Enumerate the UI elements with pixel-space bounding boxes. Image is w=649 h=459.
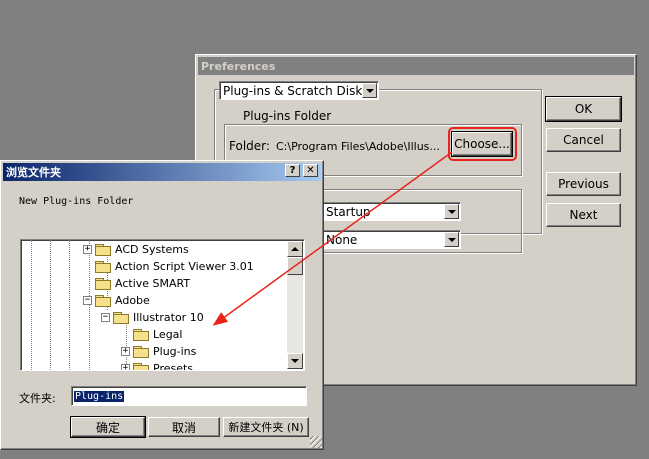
annotation-arrow <box>212 151 453 326</box>
annotation-arrow-line <box>212 151 453 326</box>
